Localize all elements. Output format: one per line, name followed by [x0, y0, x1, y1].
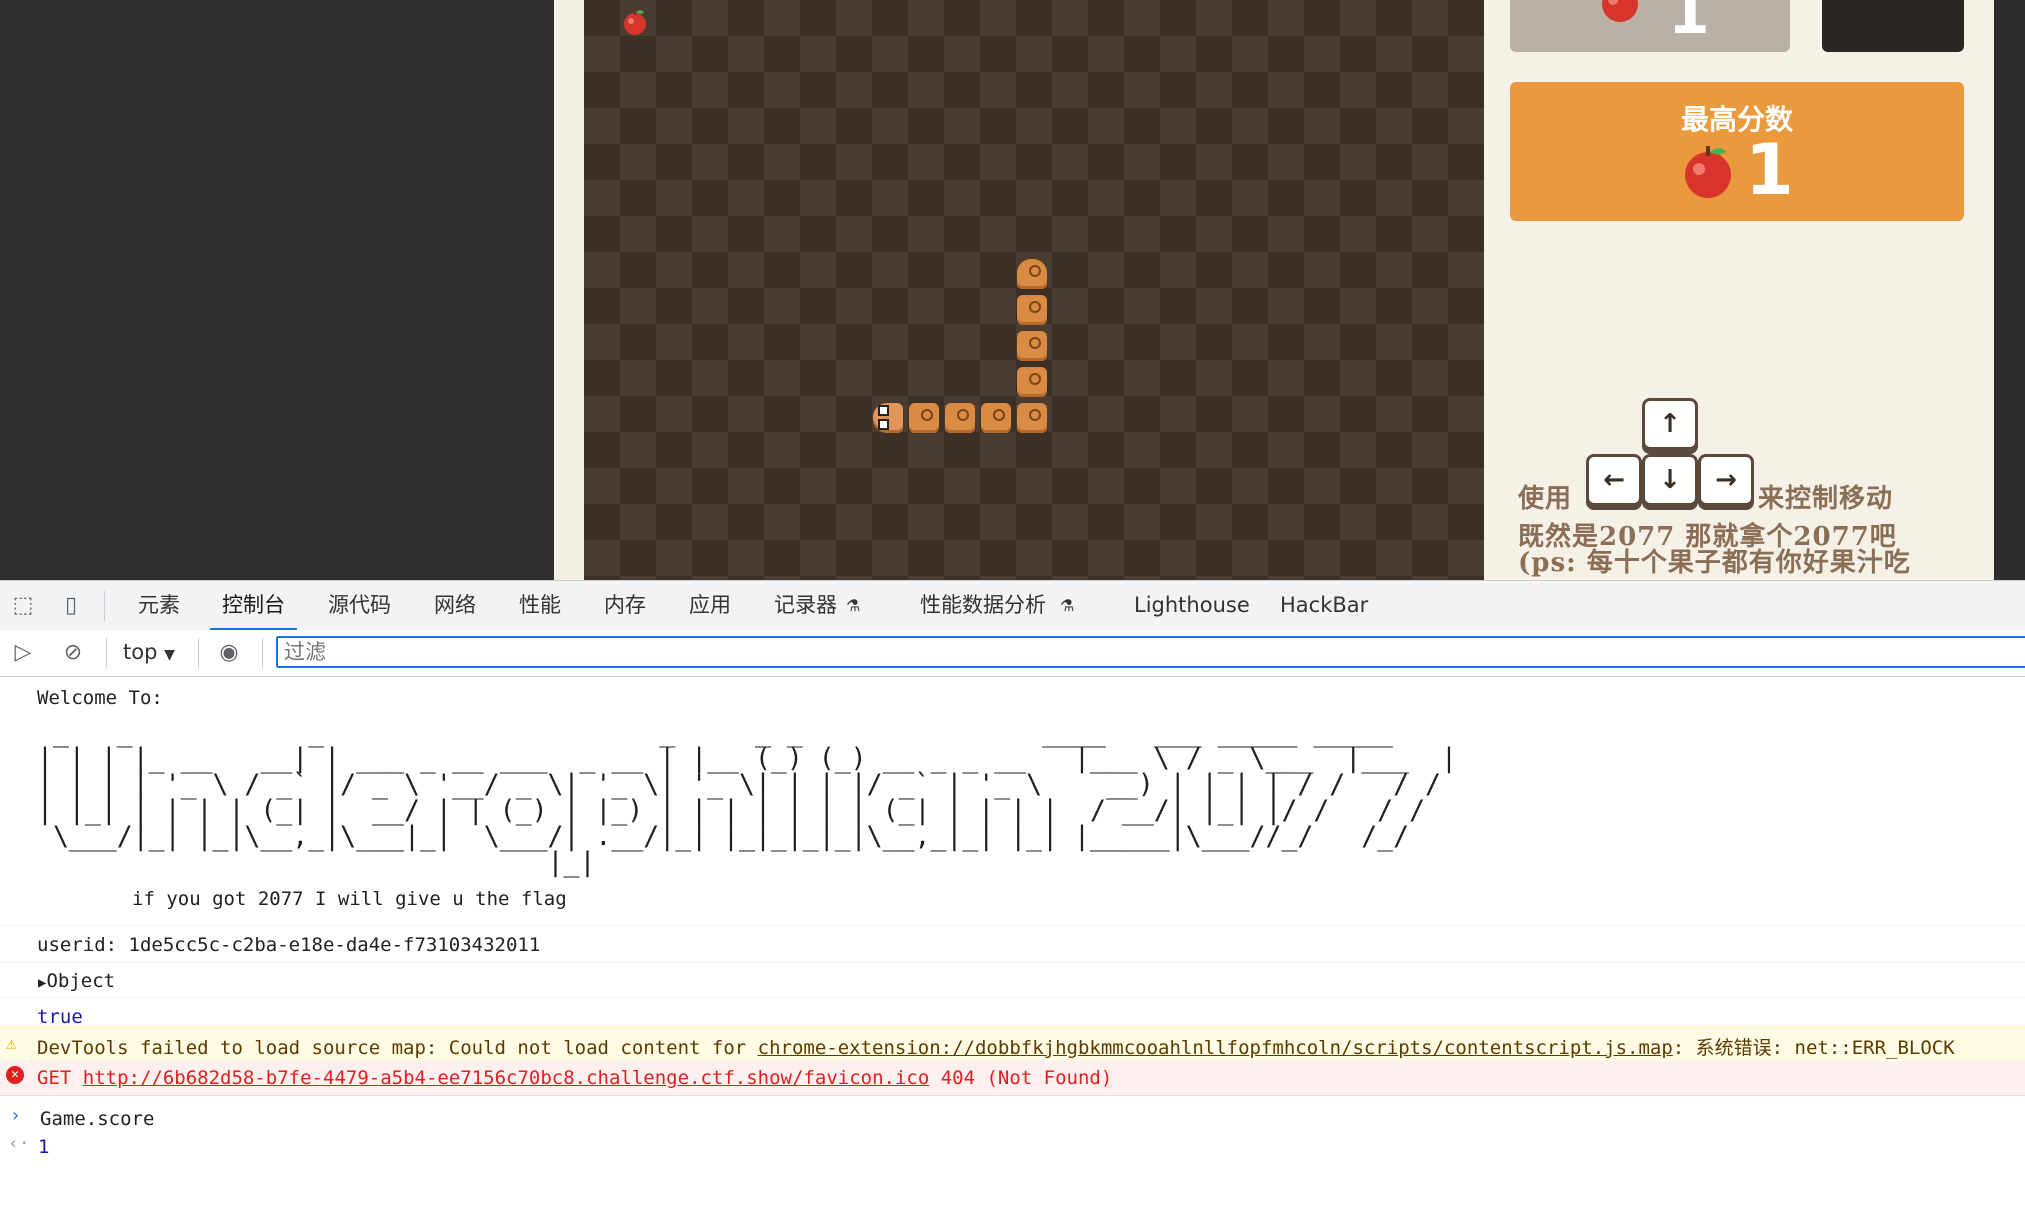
prompt-chevron-icon: ›: [10, 1105, 21, 1126]
snake-segment: [1017, 295, 1047, 325]
clear-console-icon[interactable]: ⊘: [60, 640, 86, 666]
result-arrow-icon: ‹·: [8, 1133, 30, 1154]
console-output: Welcome To: _ _ _ _ _ _ ____ ___ _____ _…: [0, 677, 2025, 1205]
high-score-value: 1: [1745, 129, 1794, 211]
hint-use: 使用: [1518, 484, 1573, 514]
snake-eye: [878, 405, 889, 416]
snake-segment: [1017, 403, 1047, 433]
console-welcome: Welcome To:: [37, 687, 163, 709]
arrow-right-key: →: [1698, 454, 1754, 506]
tab-performance[interactable]: 性能: [519, 581, 561, 630]
tab-hackbar[interactable]: HackBar: [1280, 581, 1368, 630]
snake-segment: [1017, 259, 1047, 289]
console-flag-message: if you got 2077 I will give u the flag: [132, 888, 567, 910]
devtools-tabbar: ⬚ ▯ 元素 控制台 源代码 网络 性能 内存 应用 记录器 ⚗ 性能数据分析 …: [0, 580, 2025, 631]
tab-network[interactable]: 网络: [434, 581, 476, 630]
apple-icon: [1685, 146, 1731, 198]
console-toolbar: ▷ ⊘ top ▼ ◉: [0, 630, 2025, 677]
arrow-up-key: ↑: [1642, 398, 1698, 450]
chevron-down-icon: ▼: [164, 647, 175, 663]
inspect-element-icon[interactable]: ⬚: [10, 593, 36, 619]
page-left-margin: [554, 0, 584, 580]
eye-icon[interactable]: ◉: [216, 640, 242, 666]
flask-icon: ⚗: [846, 596, 861, 615]
error-icon: ✕: [6, 1066, 24, 1084]
arrow-left-key: ←: [1586, 454, 1642, 506]
pause-button[interactable]: [1822, 0, 1964, 52]
arrow-down-key: ↓: [1642, 454, 1698, 506]
flask-icon: ⚗: [1060, 596, 1075, 615]
object-label: Object: [46, 970, 116, 992]
tab-application[interactable]: 应用: [689, 581, 731, 630]
tab-sources[interactable]: 源代码: [328, 581, 391, 630]
snake-head: [873, 403, 903, 433]
apple-icon: [1602, 0, 1638, 22]
devtools-panel: ⬚ ▯ 元素 控制台 源代码 网络 性能 内存 应用 记录器 ⚗ 性能数据分析 …: [0, 580, 2025, 1205]
apple-icon: [624, 9, 646, 35]
snake-segment: [1017, 331, 1047, 361]
console-error-row: ✕ GET http://6b682d58-b7fe-4479-a5b4-ee7…: [0, 1061, 2025, 1096]
console-true: true: [37, 1006, 83, 1028]
current-score-box: [1510, 0, 1790, 52]
device-toolbar-icon[interactable]: ▯: [58, 593, 84, 619]
snake-segment: [945, 403, 975, 433]
warning-link[interactable]: chrome-extension://dobbfkjhgbkmmcooahlnl…: [758, 1037, 1673, 1059]
error-message: GET http://6b682d58-b7fe-4479-a5b4-ee715…: [37, 1067, 1113, 1089]
error-link[interactable]: http://6b682d58-b7fe-4479-a5b4-ee7156c70…: [83, 1067, 929, 1089]
game-board[interactable]: [584, 0, 1484, 580]
snake-segment: [981, 403, 1011, 433]
snake-segment: [909, 403, 939, 433]
tab-recorder[interactable]: 记录器: [774, 581, 837, 630]
console-object[interactable]: ▶Object: [38, 970, 115, 992]
console-output-value: 1: [38, 1136, 50, 1158]
toolbar-divider: [104, 591, 105, 621]
hint-move: 来控制移动: [1758, 484, 1894, 514]
warning-message: DevTools failed to load source map: Coul…: [37, 1037, 1955, 1059]
hint-line-3: (ps: 每十个果子都有你好果汁吃: [1518, 548, 1911, 578]
warning-icon: ⚠: [6, 1033, 17, 1054]
console-input-command[interactable]: Game.score: [40, 1108, 154, 1130]
filter-input[interactable]: [276, 636, 2025, 668]
tab-performance-insights[interactable]: 性能数据分析: [920, 581, 1046, 630]
toolbar-divider: [262, 638, 263, 668]
toolbar-divider: [106, 638, 107, 668]
context-label: top: [123, 640, 158, 664]
console-userid: userid: 1de5cc5c-c2ba-e18e-da4e-f7310343…: [37, 934, 541, 956]
context-selector[interactable]: top ▼: [123, 640, 175, 664]
snake-segment: [1017, 367, 1047, 397]
toolbar-divider: [198, 638, 199, 668]
tab-console[interactable]: 控制台: [210, 581, 297, 631]
console-warning-row: ⚠ DevTools failed to load source map: Co…: [0, 1026, 2025, 1062]
row-divider: [0, 997, 2025, 998]
sidebar-toggle-icon[interactable]: ▷: [10, 640, 36, 666]
page-viewport: 1 最高分数 1 ↑ ← ↓ → 使用 来控制移动 既然是2077 那就拿个20…: [0, 0, 2025, 580]
console-ascii-art: _ _ _ _ _ _ ____ ___ _____ _____ | | | |…: [37, 717, 1457, 878]
row-divider: [0, 961, 2025, 962]
tab-lighthouse[interactable]: Lighthouse: [1134, 581, 1250, 630]
tab-memory[interactable]: 内存: [604, 581, 646, 630]
high-score-title: 最高分数: [1680, 103, 1793, 136]
row-divider: [0, 925, 2025, 926]
page-left-background: [0, 0, 554, 580]
current-score-value: 1: [1668, 0, 1710, 48]
snake-eye: [878, 419, 889, 430]
tab-elements[interactable]: 元素: [138, 581, 180, 630]
page-right-background: [1994, 0, 2025, 580]
high-score-box: 最高分数 1: [1510, 82, 1964, 221]
